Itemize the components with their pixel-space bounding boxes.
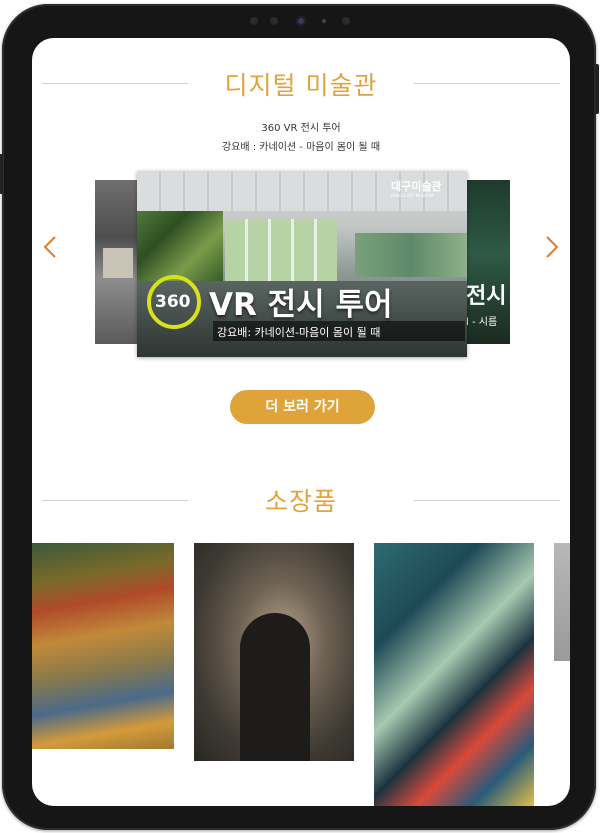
collection-artwork-1[interactable] — [32, 543, 174, 749]
360-badge-icon: 360 — [147, 275, 201, 329]
vr-headline: VR 전시 투어 — [209, 287, 393, 323]
slide-painting-left — [137, 211, 223, 281]
screen: 디지털 미술관 360 VR 전시 투어 강요배 : 카네이션 - 마음이 몸이… — [32, 38, 570, 806]
camera-bar — [2, 14, 596, 28]
more-button[interactable]: 더 보러 가기 — [230, 390, 375, 424]
museum-logo: 대구미술관 — [391, 180, 442, 193]
collection-artwork-3[interactable] — [374, 543, 534, 806]
exhibit-subtitle-2: 강요배 : 카네이션 - 마음이 몸이 될 때 — [221, 142, 381, 153]
power-button — [595, 64, 599, 114]
carousel-slide-current[interactable]: 대구미술관 DAEGU ART MUSEUM 360 VR 전시 투어 강요배:… — [137, 171, 467, 357]
carousel-prev-button[interactable] — [38, 234, 64, 260]
carousel-next-button[interactable] — [538, 234, 564, 260]
sensor-icon — [250, 17, 258, 25]
slide-painting-right — [355, 233, 467, 277]
volume-button — [0, 154, 3, 194]
slide-next-headline: 전시 — [466, 284, 507, 309]
slide-window — [225, 219, 337, 281]
front-camera-icon — [296, 16, 306, 26]
360-badge-label: 360 — [155, 292, 191, 312]
sensor-icon — [342, 17, 350, 25]
sensor-icon — [322, 19, 326, 23]
chevron-right-icon — [546, 236, 559, 258]
artwork-figure — [240, 613, 310, 761]
carousel-slide-next[interactable]: 전시 l - 시름 — [464, 180, 510, 344]
exhibit-subtitle-1: 360 VR 전시 투어 — [261, 123, 341, 134]
museum-logo-sub: DAEGU ART MUSEUM — [391, 193, 434, 198]
slide-next-caption: l - 시름 — [466, 317, 498, 328]
collection-title: 소장품 — [264, 487, 337, 516]
tablet-frame: 디지털 미술관 360 VR 전시 투어 강요배 : 카네이션 - 마음이 몸이… — [0, 4, 599, 830]
digital-museum-title: 디지털 미술관 — [224, 71, 378, 100]
slide-artwork — [103, 248, 133, 278]
sensor-icon — [270, 17, 278, 25]
carousel-slide-prev[interactable] — [95, 180, 139, 344]
collection-artwork-2[interactable] — [194, 543, 354, 761]
collection-artwork-4[interactable] — [554, 543, 570, 661]
chevron-left-icon — [43, 236, 56, 258]
vr-caption: 강요배: 카네이션-마음이 몸이 될 때 — [217, 326, 381, 339]
